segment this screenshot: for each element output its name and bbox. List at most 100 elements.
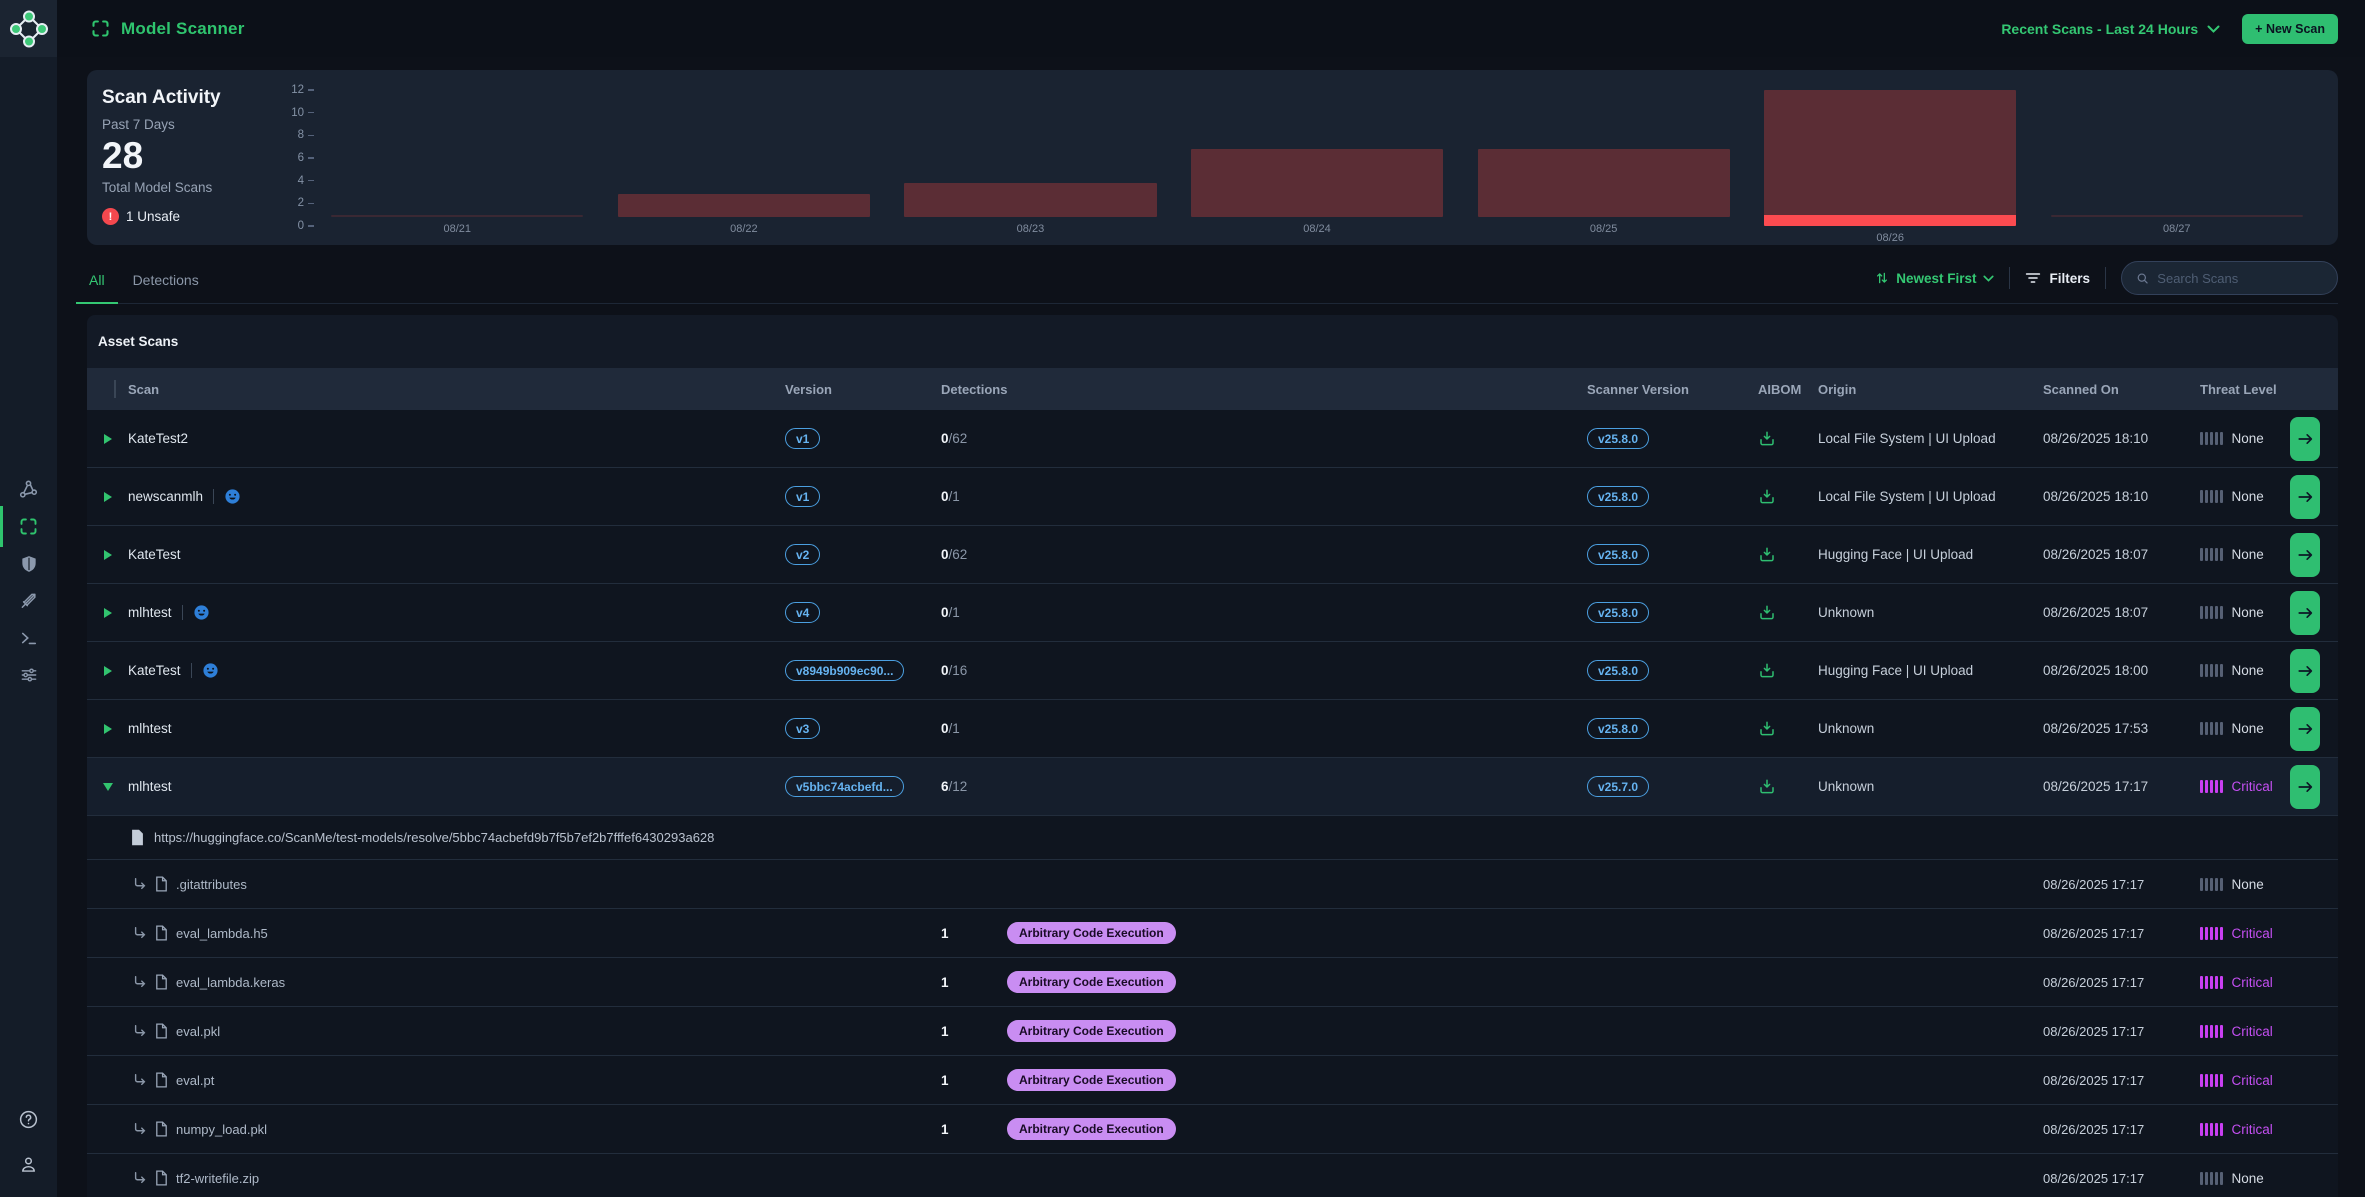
aibom-download-icon[interactable]: [1758, 604, 1776, 622]
threat-level-cell: None: [2200, 605, 2290, 620]
column-header-version: Version: [785, 382, 941, 397]
table-row[interactable]: KateTest v8949b909ec90... 0 /16 v25.8.0 …: [87, 642, 2338, 700]
file-detection-count: 1: [941, 1073, 1007, 1088]
scanned-file-row: eval.pt 1 Arbitrary Code Execution 08/26…: [87, 1056, 2338, 1105]
brand-logo[interactable]: [0, 0, 57, 57]
open-scan-button[interactable]: [2290, 475, 2320, 519]
file-detection-count: 1: [941, 975, 1007, 990]
scan-name: mlhtest: [128, 779, 172, 794]
detections-found: 0: [941, 721, 949, 736]
threat-label: Critical: [2232, 1122, 2273, 1137]
threat-label: None: [2232, 721, 2264, 736]
version-chip: v2: [785, 544, 820, 565]
recent-scans-dropdown[interactable]: Recent Scans - Last 24 Hours: [2001, 21, 2220, 37]
expand-toggle[interactable]: [104, 492, 112, 502]
aibom-download-icon[interactable]: [1758, 778, 1776, 796]
aibom-download-icon[interactable]: [1758, 662, 1776, 680]
detections-total: /16: [949, 663, 968, 678]
sidebar-item-pentest[interactable]: [0, 582, 57, 619]
table-row[interactable]: mlhtest v3 0 /1 v25.8.0 Unknown 08/26/20…: [87, 700, 2338, 758]
threat-bars-icon: [2200, 490, 2223, 503]
file-icon: [155, 1170, 168, 1186]
open-scan-button[interactable]: [2290, 591, 2320, 635]
detection-tag-pill: Arbitrary Code Execution: [1007, 922, 1176, 944]
protect-ai-logo-icon: [10, 10, 48, 48]
tabs: All Detections: [87, 257, 201, 303]
aibom-download-icon[interactable]: [1758, 430, 1776, 448]
scanner-version-chip: v25.8.0: [1587, 544, 1649, 565]
file-name: eval.pt: [176, 1073, 214, 1088]
file-scanned-on: 08/26/2025 17:17: [2043, 1171, 2200, 1186]
aibom-download-icon[interactable]: [1758, 546, 1776, 564]
expand-toggle[interactable]: [103, 783, 113, 791]
expand-toggle[interactable]: [104, 608, 112, 618]
sidebar: [0, 57, 57, 1197]
chart-bar: [618, 194, 870, 217]
filter-icon: [2025, 271, 2041, 285]
filters-button[interactable]: Filters: [2025, 271, 2090, 286]
scan-name: KateTest: [128, 547, 181, 562]
table-row[interactable]: KateTest2 v1 0 /62 v25.8.0 Local File Sy…: [87, 410, 2338, 468]
toolbar: All Detections Newest First: [87, 257, 2338, 304]
detection-tag-pill: Arbitrary Code Execution: [1007, 1118, 1176, 1140]
arrow-right-icon: [2298, 549, 2313, 561]
expand-toggle[interactable]: [104, 550, 112, 560]
x-axis-label: 08/23: [887, 217, 1174, 235]
x-axis-label: 08/24: [1174, 217, 1461, 235]
table-row[interactable]: KateTest v2 0 /62 v25.8.0 Hugging Face |…: [87, 526, 2338, 584]
search-box[interactable]: [2121, 261, 2338, 295]
tab-all[interactable]: All: [87, 257, 107, 303]
threat-level-cell: None: [2200, 547, 2290, 562]
table-row[interactable]: newscanmlh v1 0 /1 v25.8.0 Local File Sy…: [87, 468, 2338, 526]
origin-cell: Unknown: [1818, 779, 2043, 794]
expand-toggle[interactable]: [104, 724, 112, 734]
chevron-down-icon: [2207, 25, 2220, 33]
sidebar-item-settings[interactable]: [0, 656, 57, 693]
x-axis-label: 08/27: [2033, 217, 2320, 235]
x-axis-label: 08/26: [1747, 226, 2034, 244]
sidebar-item-account[interactable]: [0, 1146, 57, 1183]
file-threat-cell: None: [2200, 877, 2290, 892]
sidebar-item-shield[interactable]: [0, 545, 57, 582]
threat-bars-icon: [2200, 1025, 2223, 1038]
new-scan-button[interactable]: + New Scan: [2242, 14, 2338, 44]
sidebar-item-model-scanner[interactable]: [0, 508, 57, 545]
sort-control[interactable]: Newest First: [1875, 271, 1994, 286]
open-scan-button[interactable]: [2290, 417, 2320, 461]
threat-label: None: [2232, 605, 2264, 620]
scanned-file-row: eval_lambda.keras 1 Arbitrary Code Execu…: [87, 958, 2338, 1007]
file-name: eval.pkl: [176, 1024, 220, 1039]
chart-bar: [1191, 149, 1443, 217]
detection-tag-pill: Arbitrary Code Execution: [1007, 1069, 1176, 1091]
scan-source-url: https://huggingface.co/ScanMe/test-model…: [154, 830, 714, 845]
detections-total: /12: [949, 779, 968, 794]
expand-toggle[interactable]: [104, 666, 112, 676]
sidebar-item-help[interactable]: [0, 1101, 57, 1138]
open-scan-button[interactable]: [2290, 765, 2320, 809]
threat-level-cell: Critical: [2200, 779, 2290, 794]
open-scan-button[interactable]: [2290, 533, 2320, 577]
tab-detections[interactable]: Detections: [131, 257, 201, 303]
sidebar-item-network-graph[interactable]: [0, 471, 57, 508]
table-row[interactable]: mlhtest v4 0 /1 v25.8.0 Unknown 08/26/20…: [87, 584, 2338, 642]
file-name: tf2-writefile.zip: [176, 1171, 259, 1186]
aibom-download-icon[interactable]: [1758, 488, 1776, 506]
divider: [191, 663, 192, 678]
scanned-file-row: numpy_load.pkl 1 Arbitrary Code Executio…: [87, 1105, 2338, 1154]
table-row[interactable]: mlhtest v5bbc74acbefd... 6 /12 v25.7.0 U…: [87, 758, 2338, 816]
open-scan-button[interactable]: [2290, 649, 2320, 693]
open-scan-button[interactable]: [2290, 707, 2320, 751]
detections-total: /62: [949, 547, 968, 562]
search-input[interactable]: [2157, 271, 2323, 286]
sidebar-item-terminal[interactable]: [0, 619, 57, 656]
account-icon: [18, 1154, 39, 1175]
file-threat-cell: Critical: [2200, 1024, 2290, 1039]
scanned-file-row: .gitattributes 08/26/2025 17:17 None: [87, 860, 2338, 909]
detections-total: /1: [949, 721, 960, 736]
scanned-file-row: eval_lambda.h5 1 Arbitrary Code Executio…: [87, 909, 2338, 958]
scan-rows: KateTest2 v1 0 /62 v25.8.0 Local File Sy…: [87, 410, 2338, 1197]
scan-name: KateTest: [128, 663, 181, 678]
chart-bar: [1764, 90, 2016, 226]
aibom-download-icon[interactable]: [1758, 720, 1776, 738]
expand-toggle[interactable]: [104, 434, 112, 444]
